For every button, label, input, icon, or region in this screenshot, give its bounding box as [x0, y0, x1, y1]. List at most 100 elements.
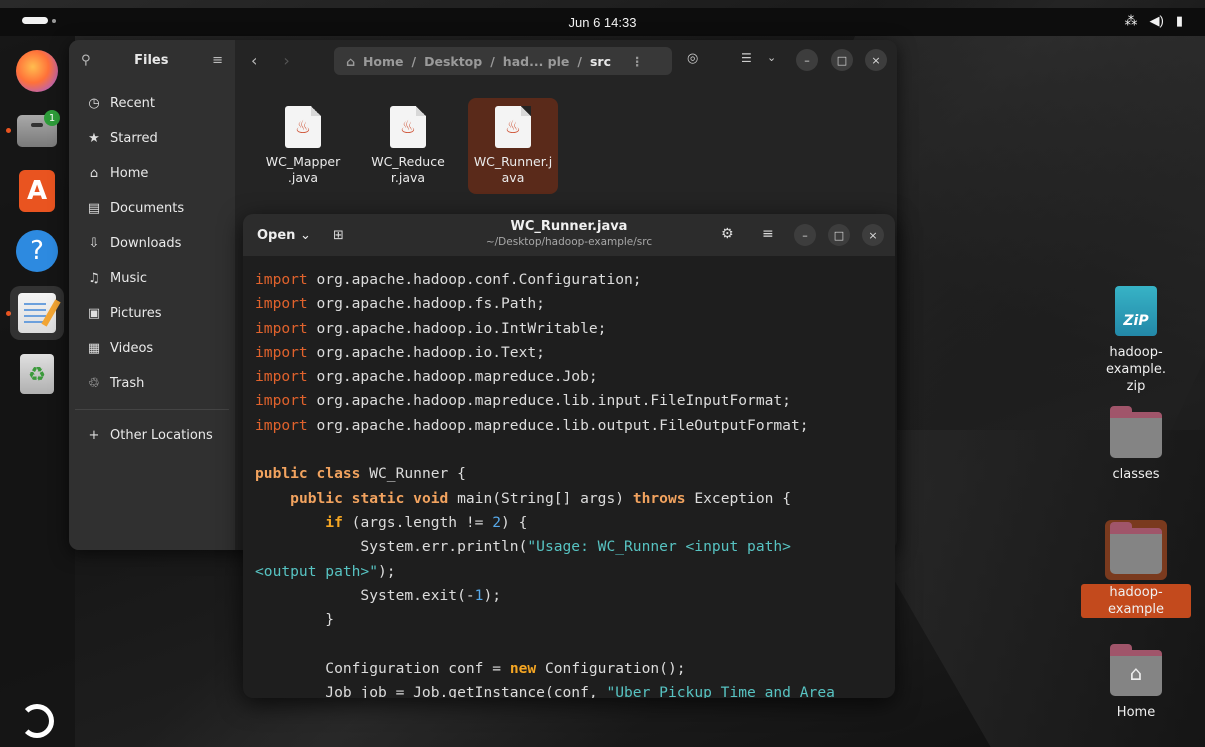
- path-home[interactable]: Home: [363, 54, 404, 69]
- dock-help[interactable]: ?: [14, 228, 60, 274]
- sidebar-divider: [75, 409, 229, 410]
- trash-icon: ♻: [20, 354, 54, 394]
- video-icon: ▦: [87, 341, 101, 356]
- desktop-icon-label: classes: [1112, 467, 1160, 482]
- download-icon: ⇩: [88, 236, 100, 251]
- sidebar-item-trash[interactable]: ♲ Trash: [69, 366, 235, 401]
- home-folder-icon: ⌂: [1110, 644, 1162, 696]
- show-apps-icon[interactable]: [20, 704, 54, 738]
- more-options-icon[interactable]: ⋮: [631, 54, 644, 69]
- folder-icon: [1110, 406, 1162, 458]
- desktop-icon-hadoop-example[interactable]: hadoop-example: [1081, 520, 1191, 618]
- help-icon: ?: [16, 230, 58, 272]
- sidebar-item-recent[interactable]: ◷ Recent: [69, 86, 235, 121]
- file-item-selected[interactable]: ♨ WC_Runner.j ava: [468, 98, 558, 194]
- text-editor-window: Open ⌄ ⊞ WC_Runner.java ~/Desktop/hadoop…: [243, 214, 895, 698]
- sidebar-item-label: Trash: [110, 376, 145, 391]
- dock: 1 A ? ♻: [0, 36, 75, 747]
- minimize-button[interactable]: –: [796, 49, 818, 71]
- desktop-icon-label: Home: [1116, 705, 1156, 720]
- path-bar[interactable]: ⌂ Home / Desktop / had... ple / src ⋮: [334, 47, 672, 75]
- document-icon: ▤: [87, 201, 101, 216]
- search-icon[interactable]: ⚲: [81, 53, 91, 68]
- dock-trash[interactable]: ♻: [14, 351, 60, 397]
- sidebar-item-home[interactable]: ⌂ Home: [69, 156, 235, 191]
- java-file-icon: ♨: [285, 106, 321, 148]
- java-file-icon: ♨: [390, 106, 426, 148]
- files-sidebar: ⚲ Files ≡ ◷ Recent ★ Starred ⌂ Home ▤ Docume…: [69, 40, 235, 550]
- search-icon[interactable]: ◎: [687, 51, 698, 66]
- sidebar-item-pictures[interactable]: ▣ Pictures: [69, 296, 235, 331]
- volume-icon: ◀): [1149, 13, 1164, 28]
- home-icon: ⌂: [346, 53, 355, 69]
- sidebar-item-label: Documents: [110, 201, 185, 216]
- path-desktop[interactable]: Desktop: [424, 54, 482, 69]
- text-editor-icon: [18, 293, 56, 333]
- desktop-icon-zip[interactable]: ZiP hadoop-example. zip: [1081, 286, 1191, 395]
- menu-icon[interactable]: ≡: [762, 226, 774, 242]
- home-icon: ⌂: [89, 166, 99, 181]
- workspace-indicator: [52, 18, 56, 23]
- trash-icon: ♲: [88, 376, 100, 391]
- settings-icon[interactable]: ⚙: [721, 226, 734, 242]
- sidebar-title: Files: [134, 52, 169, 68]
- back-icon[interactable]: ‹: [251, 51, 257, 70]
- java-file-icon: ♨: [495, 106, 531, 148]
- desktop-icon-label: hadoop-example. zip: [1105, 345, 1167, 394]
- picture-icon: ▣: [87, 306, 101, 321]
- sidebar-item-starred[interactable]: ★ Starred: [69, 121, 235, 156]
- desktop-icon-classes[interactable]: classes: [1081, 406, 1191, 483]
- desktop-icon-home[interactable]: ⌂ Home: [1081, 644, 1191, 721]
- file-name: WC_Runner.j ava: [473, 154, 553, 185]
- music-icon: ♫: [88, 271, 100, 286]
- notification-badge: 1: [44, 110, 60, 126]
- forward-icon[interactable]: ›: [283, 51, 289, 70]
- sidebar-item-videos[interactable]: ▦ Videos: [69, 331, 235, 366]
- sidebar-item-label: Other Locations: [110, 428, 213, 443]
- app-center-icon: A: [19, 170, 55, 212]
- sidebar-item-music[interactable]: ♫ Music: [69, 261, 235, 296]
- path-project[interactable]: had... ple: [503, 54, 570, 69]
- desktop-icon-label: hadoop-example: [1081, 584, 1191, 618]
- sidebar-item-label: Starred: [110, 131, 158, 146]
- dock-text-editor[interactable]: [10, 286, 64, 340]
- network-icon: ⁂: [1124, 13, 1138, 28]
- code-view[interactable]: import org.apache.hadoop.conf.Configurat…: [255, 268, 885, 698]
- sidebar-item-label: Pictures: [110, 306, 162, 321]
- clock[interactable]: Jun 6 14:33: [569, 15, 637, 30]
- running-indicator: [6, 128, 11, 133]
- close-button[interactable]: ×: [862, 224, 884, 246]
- maximize-button[interactable]: □: [831, 49, 853, 71]
- close-button[interactable]: ×: [865, 49, 887, 71]
- system-tray[interactable]: ⁂ ◀) ▮: [1125, 13, 1183, 29]
- sidebar-item-documents[interactable]: ▤ Documents: [69, 191, 235, 226]
- activities-button[interactable]: [22, 17, 56, 24]
- dock-files[interactable]: 1: [14, 108, 60, 154]
- star-icon: ★: [88, 131, 100, 146]
- path-separator: /: [490, 53, 495, 69]
- folder-icon: [1110, 522, 1162, 574]
- battery-icon: ▮: [1175, 13, 1183, 28]
- maximize-button[interactable]: □: [828, 224, 850, 246]
- clock-icon: ◷: [88, 96, 100, 111]
- plus-icon: +: [88, 428, 100, 443]
- file-item[interactable]: ♨ WC_Reduce r.java: [363, 98, 453, 194]
- file-item[interactable]: ♨ WC_Mapper .java: [258, 98, 348, 194]
- menu-icon[interactable]: ≡: [212, 53, 223, 68]
- sidebar-item-label: Videos: [110, 341, 154, 356]
- path-separator: /: [577, 53, 582, 69]
- file-name: WC_Reduce r.java: [371, 154, 445, 185]
- file-name: WC_Mapper .java: [265, 154, 341, 185]
- dock-app-center[interactable]: A: [14, 168, 60, 214]
- sidebar-item-label: Music: [110, 271, 147, 286]
- path-current[interactable]: src: [590, 54, 611, 69]
- view-list-icon[interactable]: ☰: [741, 51, 752, 65]
- sidebar-item-label: Home: [110, 166, 149, 181]
- firefox-icon: [16, 50, 58, 92]
- dock-firefox[interactable]: [14, 48, 60, 94]
- sidebar-item-downloads[interactable]: ⇩ Downloads: [69, 226, 235, 261]
- zip-file-icon: ZiP: [1115, 286, 1157, 336]
- minimize-button[interactable]: –: [794, 224, 816, 246]
- sidebar-item-other-locations[interactable]: + Other Locations: [69, 418, 235, 453]
- chevron-down-icon[interactable]: ⌄: [767, 51, 776, 64]
